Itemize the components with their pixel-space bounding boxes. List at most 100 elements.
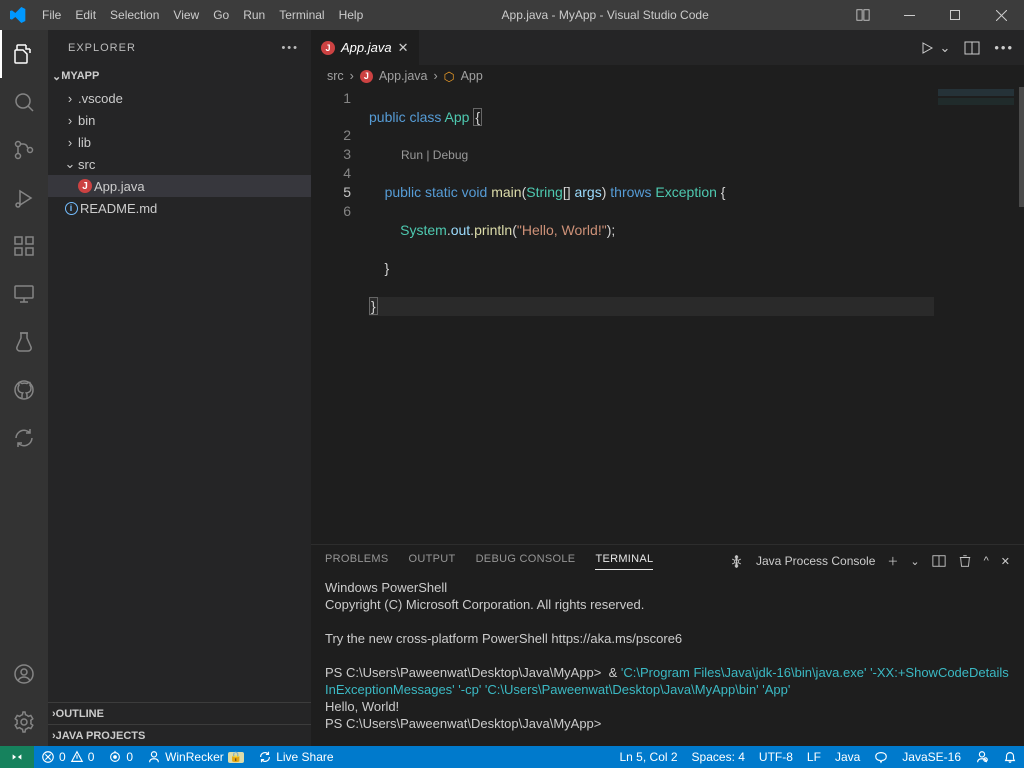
- editor-tabs: J App.java ✕ ⌄ •••: [311, 30, 1024, 65]
- status-sync-icon[interactable]: [968, 746, 996, 768]
- chevron-right-icon: ›: [62, 113, 78, 128]
- activity-bar: [0, 30, 48, 746]
- status-ports[interactable]: 0: [101, 746, 140, 768]
- remote-explorer-view-icon[interactable]: [0, 270, 48, 318]
- testing-view-icon[interactable]: [0, 318, 48, 366]
- editor-more-icon[interactable]: •••: [994, 40, 1014, 55]
- status-cursor[interactable]: Ln 5, Col 2: [613, 746, 685, 768]
- run-play-icon[interactable]: [919, 40, 935, 56]
- status-bar: 0 0 0 WinRecker 🔒 Live Share Ln 5, Col 2…: [0, 746, 1024, 768]
- outline-section[interactable]: ›OUTLINE: [48, 702, 311, 724]
- menu-run[interactable]: Run: [236, 8, 272, 22]
- sidebar-more-icon[interactable]: •••: [281, 42, 299, 54]
- code-content[interactable]: public class App { Run | Debug public st…: [369, 87, 1024, 544]
- tree-label: bin: [78, 113, 95, 128]
- explorer-sidebar: EXPLORER ••• ⌄ MYAPP ›.vscode ›bin ›lib …: [48, 30, 311, 746]
- remote-indicator[interactable]: [0, 746, 34, 768]
- tab-output[interactable]: OUTPUT: [409, 553, 456, 569]
- extensions-view-icon[interactable]: [0, 222, 48, 270]
- editor-actions: ⌄ •••: [919, 30, 1024, 65]
- explorer-view-icon[interactable]: [0, 30, 48, 78]
- tree-folder-src[interactable]: ⌄src: [48, 153, 311, 175]
- menu-help[interactable]: Help: [332, 8, 371, 22]
- java-projects-section[interactable]: ›JAVA PROJECTS: [48, 724, 311, 746]
- menu-view[interactable]: View: [166, 8, 206, 22]
- terminal-output[interactable]: Windows PowerShellCopyright (C) Microsof…: [311, 577, 1024, 746]
- tree-label: src: [78, 157, 95, 172]
- maximize-button[interactable]: [932, 0, 978, 30]
- status-problems[interactable]: 0 0: [34, 746, 101, 768]
- tab-app-java[interactable]: J App.java ✕: [311, 30, 420, 65]
- sidebar-title: EXPLORER: [68, 42, 136, 54]
- accounts-icon[interactable]: [0, 650, 48, 698]
- status-user[interactable]: WinRecker 🔒: [140, 746, 251, 768]
- menu-file[interactable]: File: [35, 8, 68, 22]
- settings-gear-icon[interactable]: [0, 698, 48, 746]
- breadcrumb-part[interactable]: App: [461, 69, 483, 83]
- tab-terminal[interactable]: TERMINAL: [595, 553, 653, 570]
- tree-folder-bin[interactable]: ›bin: [48, 109, 311, 131]
- tree-file-app-java[interactable]: JApp.java: [48, 175, 311, 197]
- vscode-logo-icon: [0, 7, 35, 23]
- chevron-down-icon: ⌄: [62, 156, 78, 172]
- close-button[interactable]: [978, 0, 1024, 30]
- menu-go[interactable]: Go: [206, 8, 236, 22]
- code-editor[interactable]: 1 2 3 4 5 6 public class App { Run | Deb…: [311, 87, 1024, 544]
- tree-folder-vscode[interactable]: ›.vscode: [48, 87, 311, 109]
- maximize-panel-icon[interactable]: ^: [984, 555, 989, 567]
- kill-terminal-icon[interactable]: [958, 554, 972, 568]
- layout-toggle-icon[interactable]: [840, 0, 886, 30]
- run-debug-view-icon[interactable]: [0, 174, 48, 222]
- java-file-icon: J: [360, 70, 373, 83]
- menu-terminal[interactable]: Terminal: [272, 8, 331, 22]
- tree-label: lib: [78, 135, 91, 150]
- titlebar: File Edit Selection View Go Run Terminal…: [0, 0, 1024, 30]
- java-file-icon: J: [321, 41, 335, 55]
- tab-close-icon[interactable]: ✕: [398, 40, 409, 56]
- tree-folder-lib[interactable]: ›lib: [48, 131, 311, 153]
- status-jdk[interactable]: JavaSE-16: [895, 746, 968, 768]
- status-eol[interactable]: LF: [800, 746, 828, 768]
- class-symbol-icon: ⬡: [444, 69, 455, 84]
- minimize-button[interactable]: [886, 0, 932, 30]
- lock-icon: 🔒: [228, 752, 244, 763]
- menu-edit[interactable]: Edit: [68, 8, 103, 22]
- breadcrumb-part[interactable]: src: [327, 69, 344, 83]
- console-label[interactable]: Java Process Console: [756, 554, 875, 568]
- minimap-scroll[interactable]: [1019, 87, 1024, 207]
- status-bell-icon[interactable]: [996, 746, 1024, 768]
- tree-file-readme[interactable]: iREADME.md: [48, 197, 311, 219]
- status-liveshare[interactable]: Live Share: [251, 746, 340, 768]
- editor-area: J App.java ✕ ⌄ ••• src› J App.java› ⬡ Ap…: [311, 30, 1024, 746]
- chevron-right-icon: ›: [62, 91, 78, 106]
- split-terminal-icon[interactable]: [932, 554, 946, 568]
- window-controls: [840, 0, 1024, 30]
- tab-debug-console[interactable]: DEBUG CONSOLE: [476, 553, 576, 569]
- source-control-view-icon[interactable]: [0, 126, 48, 174]
- window-title: App.java - MyApp - Visual Studio Code: [370, 8, 840, 22]
- split-editor-icon[interactable]: [964, 40, 980, 56]
- tree-label: README.md: [80, 201, 157, 216]
- status-encoding[interactable]: UTF-8: [752, 746, 800, 768]
- new-terminal-icon[interactable]: ＋: [887, 553, 898, 569]
- status-spaces[interactable]: Spaces: 4: [685, 746, 752, 768]
- status-language[interactable]: Java: [828, 746, 867, 768]
- github-view-icon[interactable]: [0, 366, 48, 414]
- menu-selection[interactable]: Selection: [103, 8, 166, 22]
- section-label: OUTLINE: [56, 708, 104, 720]
- close-panel-icon[interactable]: ✕: [1001, 555, 1010, 568]
- chevron-right-icon: ›: [62, 135, 78, 150]
- terminal-dropdown-icon[interactable]: ⌄: [910, 555, 919, 568]
- breadcrumb[interactable]: src› J App.java› ⬡ App: [311, 65, 1024, 87]
- section-label: JAVA PROJECTS: [56, 730, 146, 742]
- status-feedback-icon[interactable]: [867, 746, 895, 768]
- project-root[interactable]: ⌄ MYAPP: [48, 65, 311, 87]
- minimap[interactable]: [934, 87, 1024, 544]
- liveshare-view-icon[interactable]: [0, 414, 48, 462]
- breadcrumb-part[interactable]: App.java: [379, 69, 428, 83]
- debug-console-icon[interactable]: [729, 554, 744, 569]
- codelens-run-debug[interactable]: Run | Debug: [369, 146, 1024, 164]
- search-view-icon[interactable]: [0, 78, 48, 126]
- tab-problems[interactable]: PROBLEMS: [325, 553, 389, 569]
- run-dropdown-icon[interactable]: ⌄: [939, 40, 950, 56]
